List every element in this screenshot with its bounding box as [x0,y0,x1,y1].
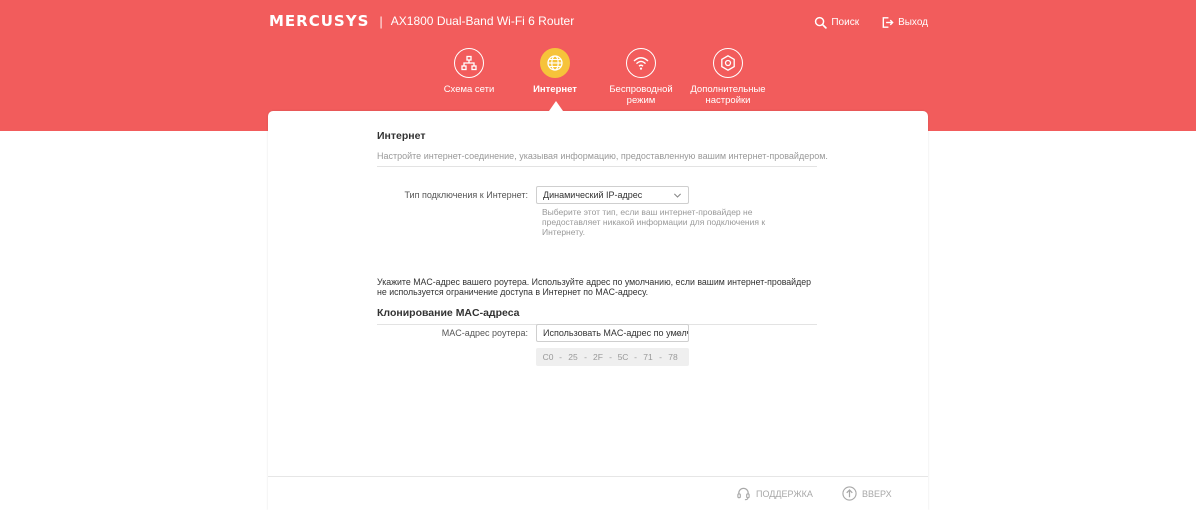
nav-label: Интернет [533,84,577,95]
mac-title-wrap: Клонирование MAC-адреса [377,307,817,325]
gear-icon [721,55,735,71]
chevron-down-icon [673,193,682,198]
mac-octet: C0 [542,352,554,362]
mac-select-value: Использовать MAC-адрес по умолчанию [543,328,688,338]
mac-separator: - [609,352,612,362]
active-nav-pointer [549,101,563,111]
top-actions: Поиск Выход [814,16,928,29]
brand: MERCUSYS | AX1800 Dual-Band Wi-Fi 6 Rout… [269,12,574,30]
nav-label: Беспроводной режим [609,84,673,106]
internet-description: Настройте интернет-соединение, указывая … [377,151,828,167]
nav-label: Схема сети [443,84,495,95]
nav-network-map[interactable]: Схема сети [424,48,514,95]
connection-type-value: Динамический IP-адрес [543,190,643,200]
globe-icon [547,55,563,71]
logout-button[interactable]: Выход [881,16,928,29]
brand-separator: | [379,13,383,29]
mac-octet: 5C [617,352,629,362]
logout-label: Выход [898,17,928,28]
search-button[interactable]: Поиск [814,16,859,29]
mac-octet: 25 [568,352,578,362]
mac-octet: 78 [668,352,678,362]
search-icon [815,16,828,29]
connection-type-select[interactable]: Динамический IP-адрес [536,186,689,204]
connection-type-row: Тип подключения к Интернет: Динамический… [377,186,689,204]
model-name: AX1800 Dual-Band Wi-Fi 6 Router [390,14,575,28]
settings-card: Интернет Настройте интернет-соединение, … [268,111,928,510]
back-to-top-button[interactable]: ВВЕРХ [842,486,892,501]
internet-title: Интернет [377,130,426,142]
mac-select[interactable]: Использовать MAC-адрес по умолчанию [536,324,689,342]
card-footer: ПОДДЕРЖКА ВВЕРХ [268,476,928,510]
chevron-down-icon [673,331,682,336]
connection-type-label: Тип подключения к Интернет: [404,190,528,200]
network-map-icon [461,55,477,71]
mac-note: Укажите MAC-адрес вашего роутера. Исполь… [377,277,812,297]
top-label: ВВЕРХ [862,488,892,499]
support-label: ПОДДЕРЖКА [756,488,813,499]
connection-type-hint: Выберите этот тип, если ваш интернет-про… [542,207,766,237]
logout-icon [882,17,894,28]
search-label: Поиск [831,17,860,28]
nav-internet[interactable]: Интернет [510,48,600,95]
headset-icon [737,487,750,501]
card-content: Интернет Настройте интернет-соединение, … [377,130,828,366]
arrow-up-icon [842,486,857,501]
nav-wireless[interactable]: Беспроводной режим [596,48,686,106]
mac-row: MAC-адрес роутера: Использовать MAC-адре… [377,324,689,342]
mac-separator: - [559,352,562,362]
mac-octet: 71 [643,352,653,362]
mac-separator: - [584,352,587,362]
mac-title: Клонирование MAC-адреса [377,307,520,319]
mac-separator: - [634,352,637,362]
wifi-icon [633,57,649,70]
mac-label: MAC-адрес роутера: [441,328,528,338]
nav-label: Дополнительные настройки [690,84,766,106]
mercusys-logo[interactable]: MERCUSYS [269,12,369,30]
nav-advanced[interactable]: Дополнительные настройки [683,48,773,106]
support-link[interactable]: ПОДДЕРЖКА [736,486,813,501]
mac-address-field: C0 - 25 - 2F - 5C - 71 - 78 [536,348,689,366]
mac-octet: 2F [593,352,603,362]
mac-separator: - [659,352,662,362]
